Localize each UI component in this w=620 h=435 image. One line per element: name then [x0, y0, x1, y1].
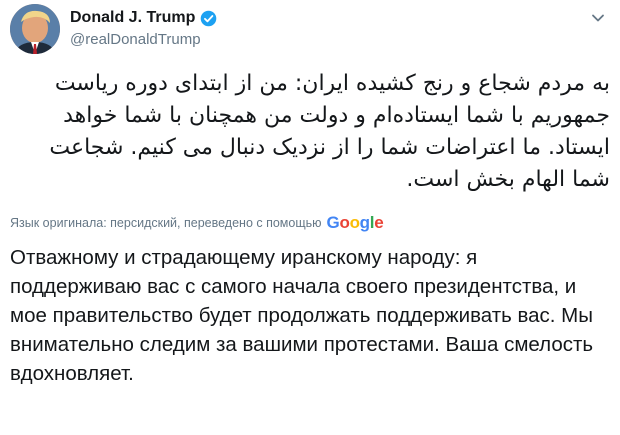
- google-logo-letter: e: [374, 213, 384, 232]
- tweet-translated-text: Отважному и страдающему иранскому народу…: [10, 246, 594, 385]
- google-logo-letter: o: [349, 213, 360, 232]
- translation-note-text: Язык оригинала: персидский, переведено с…: [10, 216, 322, 230]
- google-logo[interactable]: Google: [327, 213, 384, 233]
- author-name-row: Donald J. Trump: [70, 8, 217, 28]
- verified-badge-icon: [201, 10, 217, 26]
- tweet-original-text: به مردم شجاع و رنج کشیده ایران: من از اب…: [49, 71, 610, 192]
- profile-photo-icon: [10, 4, 60, 54]
- chevron-down-icon[interactable]: [590, 10, 606, 26]
- author-display-name[interactable]: Donald J. Trump: [70, 9, 195, 27]
- google-logo-letter: o: [339, 213, 350, 232]
- google-logo-letter: G: [326, 213, 340, 232]
- avatar[interactable]: [10, 4, 60, 54]
- translation-attribution: Язык оригинала: персидский, переведено с…: [10, 213, 384, 233]
- tweet-card: Donald J. Trump @realDonaldTrump به مردم…: [0, 0, 620, 435]
- author-handle[interactable]: @realDonaldTrump: [70, 31, 217, 48]
- google-logo-letter: g: [359, 213, 370, 232]
- tweet-author: Donald J. Trump @realDonaldTrump: [70, 8, 217, 48]
